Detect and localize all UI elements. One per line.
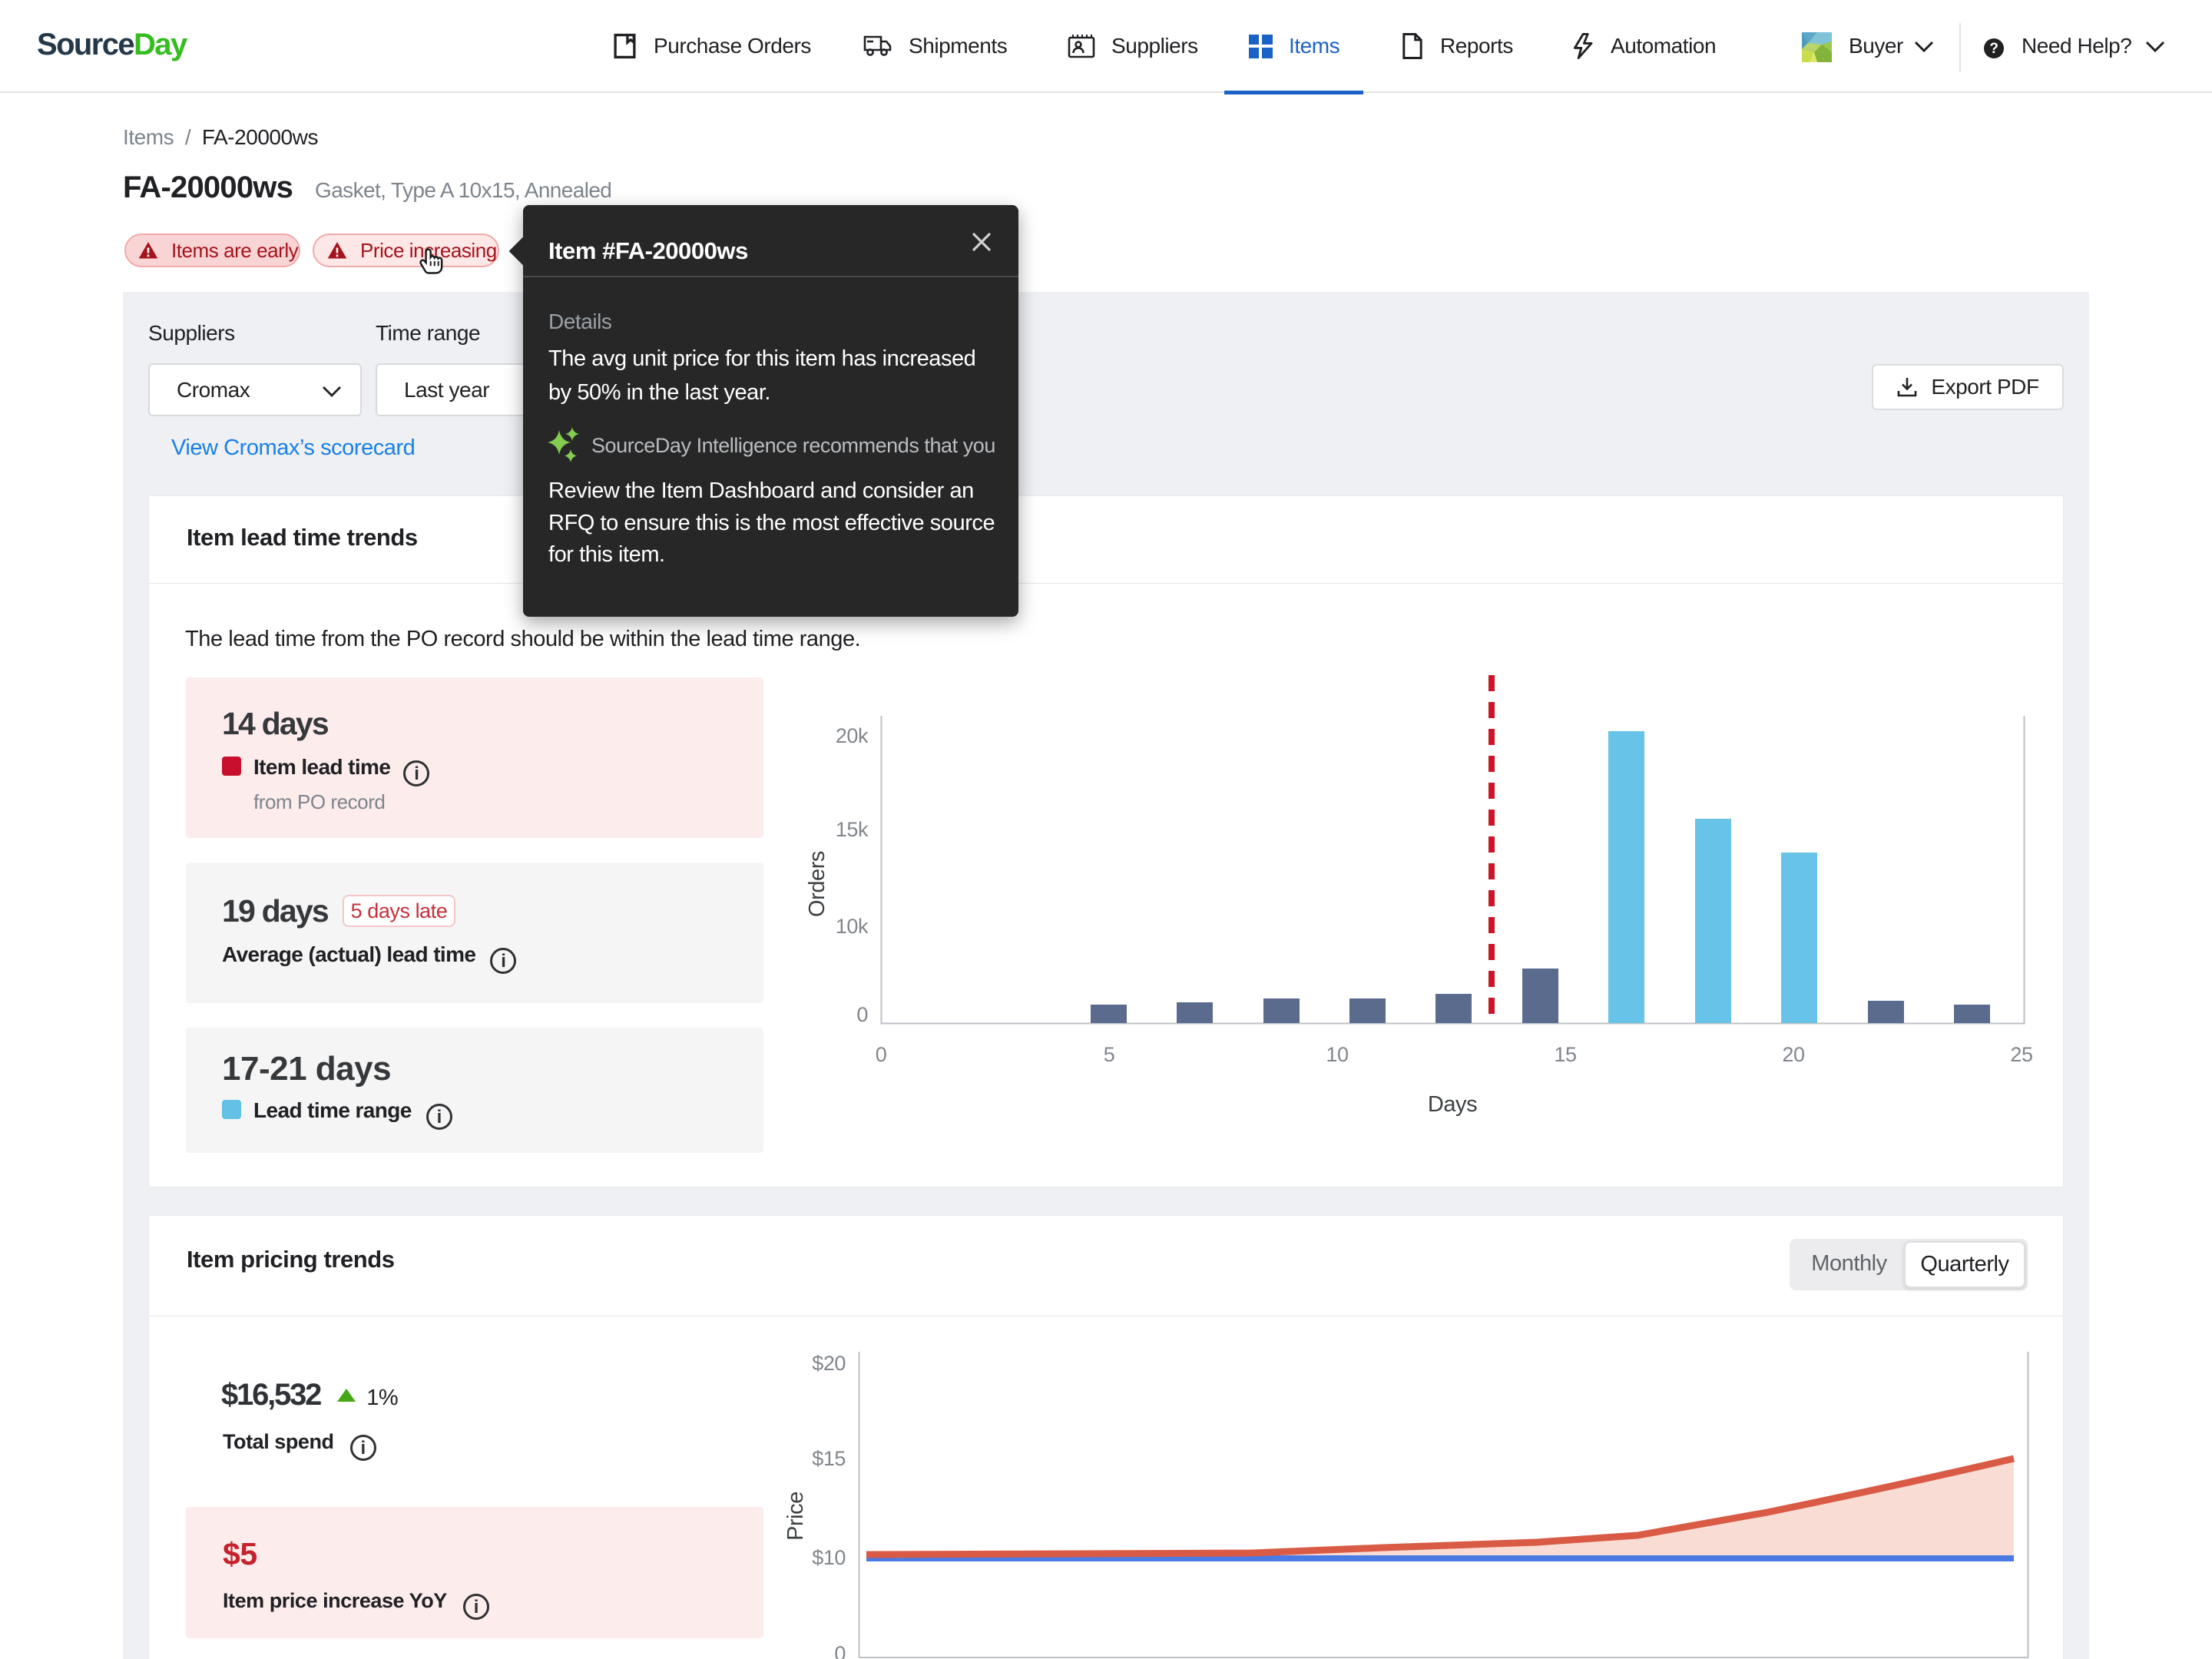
- svg-text:$10: $10: [812, 1546, 846, 1569]
- svg-text:10k: 10k: [836, 915, 869, 938]
- svg-text:$15: $15: [812, 1447, 846, 1470]
- svg-text:15k: 15k: [836, 818, 869, 841]
- svg-text:Price: Price: [783, 1492, 808, 1541]
- svg-text:Orders: Orders: [805, 851, 830, 917]
- svg-text:15: 15: [1554, 1043, 1576, 1066]
- svg-text:$20: $20: [812, 1352, 846, 1375]
- svg-text:10: 10: [1326, 1043, 1348, 1066]
- svg-text:0: 0: [856, 1003, 868, 1026]
- svg-text:20k: 20k: [836, 724, 869, 747]
- svg-text:25: 25: [2010, 1043, 2032, 1066]
- svg-text:5: 5: [1104, 1043, 1115, 1066]
- svg-text:20: 20: [1782, 1043, 1804, 1066]
- svg-text:0: 0: [834, 1642, 846, 1659]
- svg-text:Days: Days: [1428, 1092, 1477, 1117]
- svg-text:0: 0: [876, 1043, 887, 1066]
